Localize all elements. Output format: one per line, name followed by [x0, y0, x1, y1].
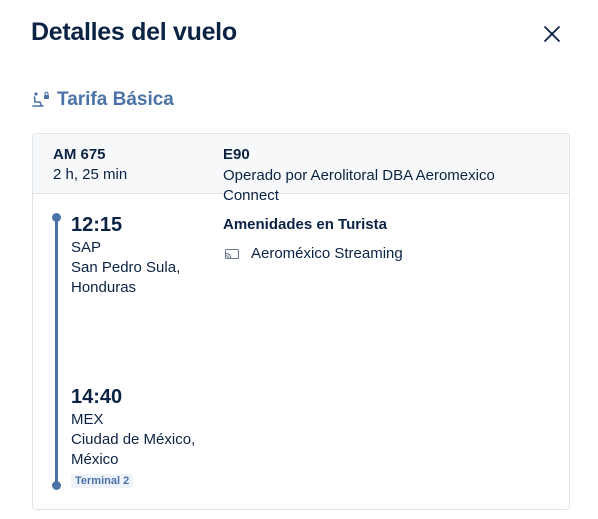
segment-header: AM 675 2 h, 25 min E90 Operado por Aerol… — [33, 134, 569, 204]
arrival-dot — [52, 481, 61, 490]
fare-label: Tarifa Básica — [57, 89, 174, 110]
flight-details-modal: Detalles del vuelo Tarifa Básica AM 675 … — [0, 0, 598, 519]
seat-icon — [31, 90, 51, 110]
flight-segment-card: AM 675 2 h, 25 min E90 Operado por Aerol… — [32, 133, 570, 510]
departure-city: San Pedro Sula, Honduras — [71, 259, 181, 296]
arrival-time: 14:40 — [71, 386, 123, 408]
arrival-city: Ciudad de México, México — [71, 431, 196, 468]
fare-type: Tarifa Básica — [31, 89, 174, 111]
amenities-title: Amenidades en Turista — [223, 216, 387, 233]
departure-dot — [52, 213, 61, 222]
terminal-badge: Terminal 2 — [71, 474, 134, 488]
amenity-item: Aeroméxico Streaming — [223, 245, 403, 262]
close-button[interactable] — [538, 20, 566, 48]
aircraft-type: E90 — [223, 146, 250, 163]
departure-airport-code: SAP — [71, 239, 102, 256]
streaming-icon — [223, 247, 241, 261]
flight-number: AM 675 — [53, 146, 106, 163]
modal-title: Detalles del vuelo — [31, 18, 237, 46]
close-icon — [544, 26, 560, 42]
timeline-line — [55, 216, 58, 486]
flight-duration: 2 h, 25 min — [53, 166, 128, 183]
arrival-airport-code: MEX — [71, 411, 104, 428]
operator-text: Operado por Aerolitoral DBA Aeromexico C… — [223, 167, 495, 204]
departure-time: 12:15 — [71, 214, 123, 236]
amenity-label: Aeroméxico Streaming — [251, 245, 403, 262]
